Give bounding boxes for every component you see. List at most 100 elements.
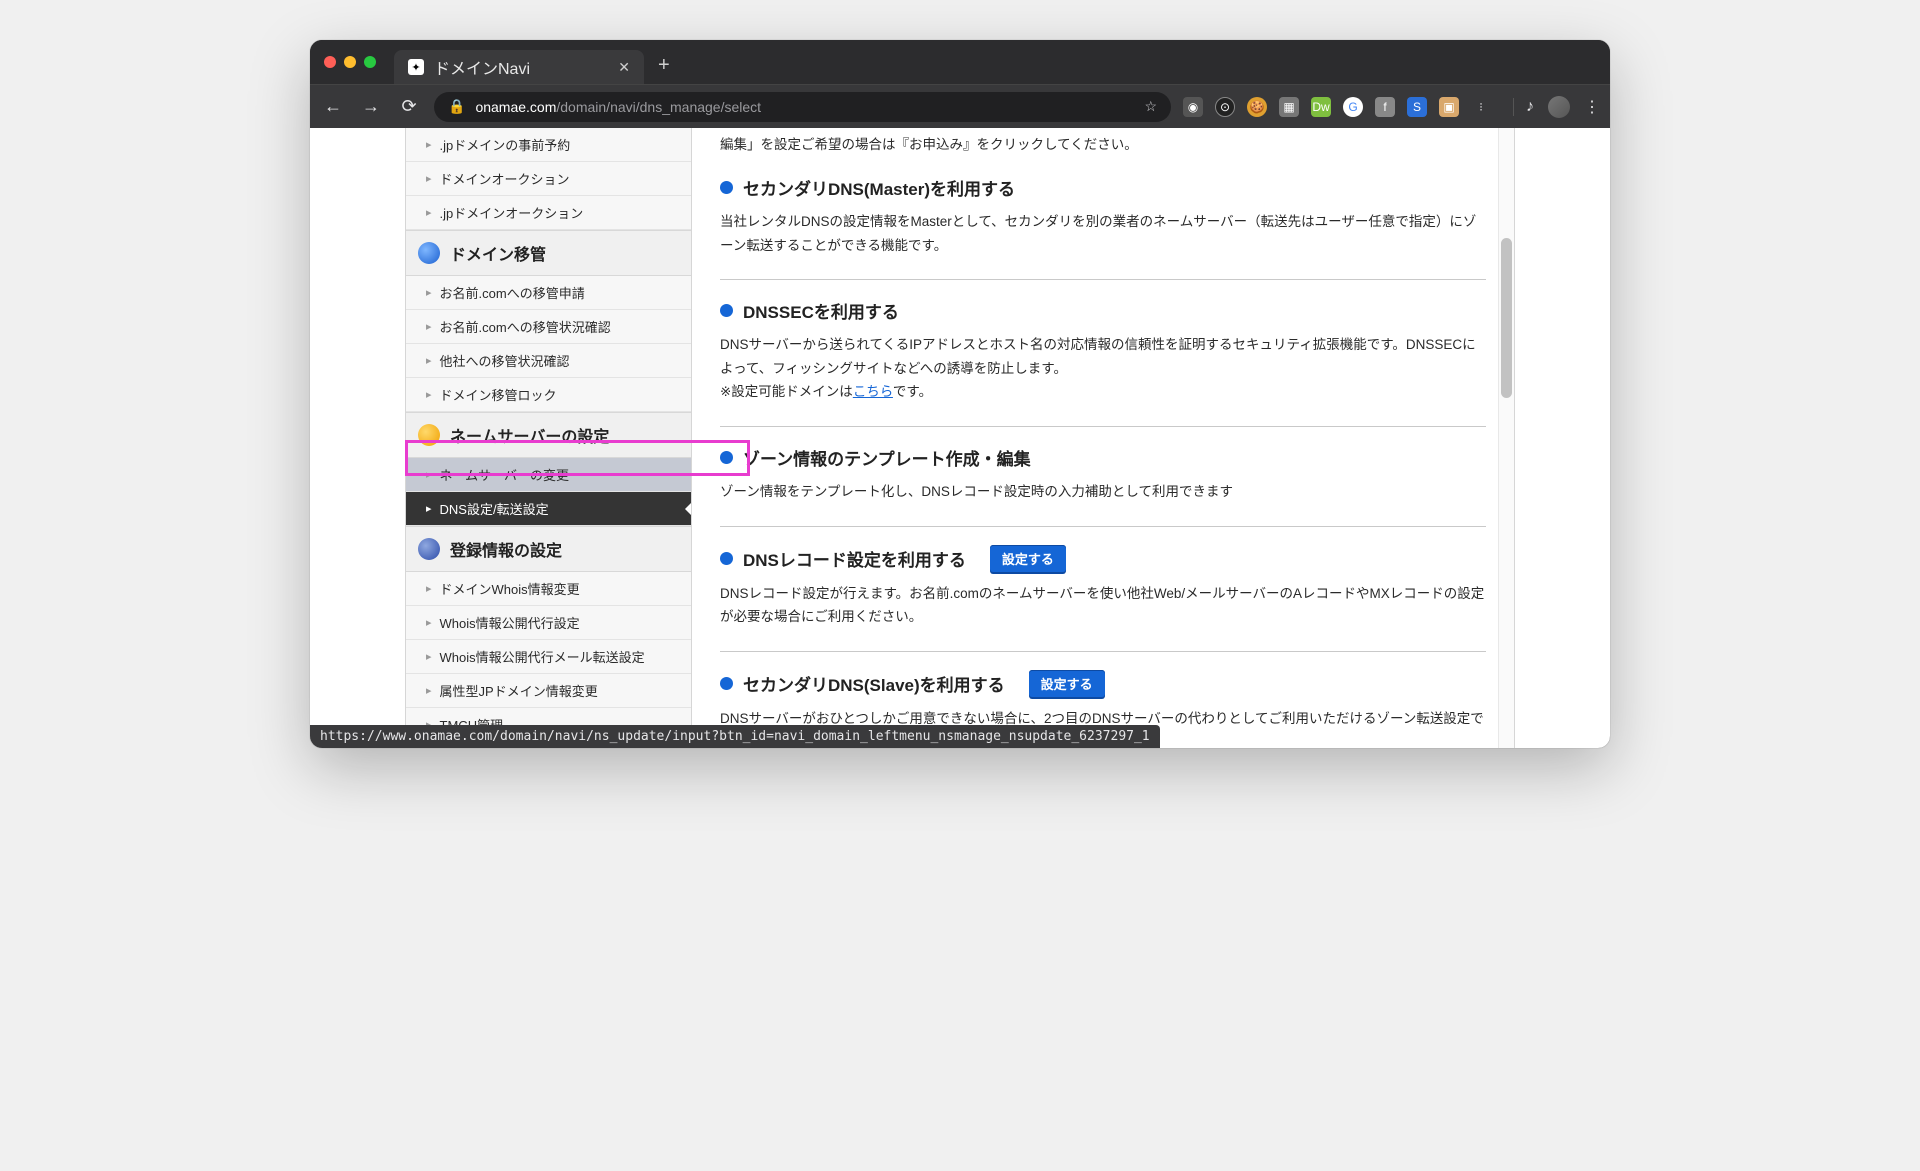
sidebar-item-label: Whois情報公開代行メール転送設定: [440, 647, 645, 666]
sidebar-item-label: 他社への移管状況確認: [440, 351, 570, 370]
sidebar-item-label: ドメイン移管ロック: [440, 385, 557, 404]
sidebar-category-label: ネームサーバーの設定: [450, 423, 609, 447]
section-body: DNSレコード設定が行えます。お名前.comのネームサーバーを使い他社Web/メ…: [720, 582, 1486, 629]
url-host: onamae.com: [475, 99, 556, 115]
sidebar-item[interactable]: Whois情報公開代行設定: [406, 606, 691, 640]
browser-window: ✦ ドメインNavi ✕ + ← → ⟳ 🔒 onamae.com /domai…: [310, 40, 1610, 748]
maximize-window-button[interactable]: [364, 56, 376, 68]
section-title: DNSSECを利用する: [743, 298, 899, 323]
reload-button[interactable]: ⟳: [396, 96, 422, 117]
sidebar-item[interactable]: お名前.comへの移管状況確認: [406, 310, 691, 344]
section-body: DNSサーバーから送られてくるIPアドレスとホスト名の対応情報の信頼性を証明する…: [720, 333, 1486, 404]
sidebar-item[interactable]: 属性型JPドメイン情報変更: [406, 674, 691, 708]
section-dns-record: DNSレコード設定を利用する 設定する DNSレコード設定が行えます。お名前.c…: [720, 526, 1486, 651]
sidebar-item-label: ドメインオークション: [440, 169, 570, 188]
sidebar-category-domain-transfer[interactable]: ドメイン移管: [406, 230, 691, 276]
sidebar-category-label: 登録情報の設定: [450, 537, 562, 561]
sidebar-item[interactable]: 他社への移管状況確認: [406, 344, 691, 378]
url-path: /domain/navi/dns_manage/select: [556, 99, 761, 115]
scrollbar[interactable]: [1498, 128, 1514, 748]
sidebar: .jpドメインの事前予約 ドメインオークション .jpドメインオークション ドメ…: [406, 128, 691, 748]
section-dnssec: DNSSECを利用する DNSサーバーから送られてくるIPアドレスとホスト名の対…: [720, 279, 1486, 426]
address-bar[interactable]: 🔒 onamae.com /domain/navi/dns_manage/sel…: [434, 92, 1171, 122]
sidebar-item[interactable]: .jpドメインオークション: [406, 196, 691, 230]
extension-icon[interactable]: ▣: [1439, 97, 1459, 117]
sidebar-item[interactable]: ドメインWhois情報変更: [406, 572, 691, 606]
sidebar-item[interactable]: お名前.comへの移管申請: [406, 276, 691, 310]
extension-icon[interactable]: S: [1407, 97, 1427, 117]
section-title: DNSレコード設定を利用する: [743, 546, 966, 571]
extension-icon[interactable]: ⁝: [1471, 97, 1491, 117]
section-body: ゾーン情報をテンプレート化し、DNSレコード設定時の入力補助として利用できます: [720, 480, 1486, 504]
dnssec-domains-link[interactable]: こちら: [853, 384, 893, 399]
sidebar-item-label: .jpドメインオークション: [440, 203, 584, 222]
profile-avatar[interactable]: [1548, 96, 1570, 118]
browser-tab[interactable]: ✦ ドメインNavi ✕: [394, 50, 644, 84]
browser-toolbar: ← → ⟳ 🔒 onamae.com /domain/navi/dns_mana…: [310, 84, 1610, 128]
globe-icon: [418, 242, 440, 264]
page-viewport: .jpドメインの事前予約 ドメインオークション .jpドメインオークション ドメ…: [310, 128, 1610, 748]
section-secondary-dns-master: セカンダリDNS(Master)を利用する 当社レンタルDNSの設定情報をMas…: [720, 157, 1486, 279]
status-bar: https://www.onamae.com/domain/navi/ns_up…: [310, 725, 1160, 748]
sidebar-item-label: .jpドメインの事前予約: [440, 135, 571, 154]
sidebar-item-label: お名前.comへの移管状況確認: [440, 317, 611, 336]
wrench-icon: [418, 424, 440, 446]
minimize-window-button[interactable]: [344, 56, 356, 68]
tab-favicon: ✦: [408, 59, 424, 75]
sidebar-item[interactable]: ドメイン移管ロック: [406, 378, 691, 412]
bullet-icon: [720, 451, 733, 464]
new-tab-button[interactable]: +: [658, 54, 670, 77]
page-content: .jpドメインの事前予約 ドメインオークション .jpドメインオークション ドメ…: [405, 128, 1515, 748]
bullet-icon: [720, 181, 733, 194]
traffic-lights: [324, 56, 376, 68]
extension-icon[interactable]: ◉: [1183, 97, 1203, 117]
close-window-button[interactable]: [324, 56, 336, 68]
sidebar-item-label: 属性型JPドメイン情報変更: [440, 681, 598, 700]
extension-icon[interactable]: ⊙: [1215, 97, 1235, 117]
extension-icon[interactable]: 🍪: [1247, 97, 1267, 117]
partial-text-top: 編集」を設定ご希望の場合は『お申込み』をクリックしてください。: [692, 128, 1514, 157]
section-title: ゾーン情報のテンプレート作成・編集: [743, 445, 1031, 470]
extension-icon[interactable]: G: [1343, 97, 1363, 117]
window-titlebar: ✦ ドメインNavi ✕ +: [310, 40, 1610, 84]
lock-icon: 🔒: [448, 98, 465, 115]
main-panel: 編集」を設定ご希望の場合は『お申込み』をクリックしてください。 セカンダリDNS…: [691, 128, 1514, 748]
scrollbar-thumb[interactable]: [1501, 238, 1512, 398]
sidebar-item[interactable]: Whois情報公開代行メール転送設定: [406, 640, 691, 674]
sidebar-item[interactable]: .jpドメインの事前予約: [406, 128, 691, 162]
extension-icon[interactable]: ▦: [1279, 97, 1299, 117]
sidebar-item-label: ドメインWhois情報変更: [440, 579, 580, 598]
sidebar-item-dns-settings[interactable]: DNS設定/転送設定: [406, 492, 691, 526]
sidebar-category-nameserver[interactable]: ネームサーバーの設定: [406, 412, 691, 458]
sidebar-category-registration-info[interactable]: 登録情報の設定: [406, 526, 691, 572]
bullet-icon: [720, 677, 733, 690]
bullet-icon: [720, 304, 733, 317]
configure-button[interactable]: 設定する: [990, 545, 1066, 572]
sidebar-item-nameserver-change[interactable]: ネームサーバーの変更: [406, 458, 691, 492]
extension-icon[interactable]: f: [1375, 97, 1395, 117]
extension-icons: ◉ ⊙ 🍪 ▦ Dw G f S ▣ ⁝: [1183, 97, 1491, 117]
sidebar-item-label: DNS設定/転送設定: [440, 499, 549, 518]
disc-icon: [418, 538, 440, 560]
sidebar-item-label: ネームサーバーの変更: [440, 465, 569, 484]
kebab-menu-icon[interactable]: ⋮: [1584, 97, 1600, 117]
back-button[interactable]: ←: [320, 96, 346, 117]
media-control-icon[interactable]: ♪: [1513, 98, 1534, 116]
bookmark-star-icon[interactable]: ☆: [1144, 98, 1157, 115]
status-url: https://www.onamae.com/domain/navi/ns_up…: [320, 729, 1150, 744]
section-zone-template: ゾーン情報のテンプレート作成・編集 ゾーン情報をテンプレート化し、DNSレコード…: [720, 426, 1486, 526]
section-title: セカンダリDNS(Master)を利用する: [743, 175, 1015, 200]
configure-button[interactable]: 設定する: [1029, 670, 1105, 697]
forward-button[interactable]: →: [358, 96, 384, 117]
section-body: 当社レンタルDNSの設定情報をMasterとして、セカンダリを別の業者のネームサ…: [720, 210, 1486, 257]
sidebar-item-label: Whois情報公開代行設定: [440, 613, 580, 632]
bullet-icon: [720, 552, 733, 565]
sidebar-item-label: お名前.comへの移管申請: [440, 283, 585, 302]
sidebar-category-label: ドメイン移管: [450, 241, 546, 265]
browser-menu-right: ♪ ⋮: [1513, 96, 1600, 118]
extension-icon[interactable]: Dw: [1311, 97, 1331, 117]
tab-close-icon[interactable]: ✕: [618, 59, 630, 76]
sidebar-item[interactable]: ドメインオークション: [406, 162, 691, 196]
tab-title: ドメインNavi: [434, 55, 530, 79]
section-title: セカンダリDNS(Slave)を利用する: [743, 671, 1005, 696]
